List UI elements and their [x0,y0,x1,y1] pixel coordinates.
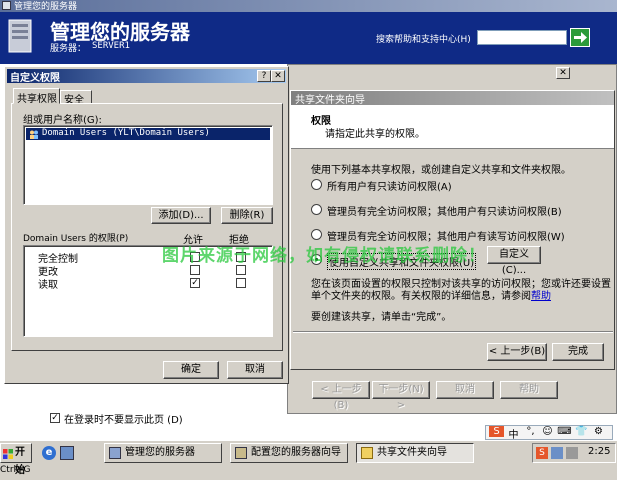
deny-checkbox[interactable] [236,265,246,275]
server-name: SERVER1 [92,41,130,51]
taskbar-item-label: 共享文件夹向导 [377,447,447,458]
wizard-section-subtitle: 请指定此共享的权限。 [325,129,425,140]
window-icon [2,1,11,10]
remove-user-button[interactable]: 删除(R) [221,207,273,224]
option-radio-2[interactable] [311,229,322,240]
config-next-button[interactable]: 下一步(N) > [372,381,430,411]
taskbar-item-config-wizard[interactable]: 配置您的服务器向导 [230,443,348,463]
user-list[interactable]: Domain Users (YLT\Domain Users) [23,125,273,205]
wizard-intro: 使用下列基本共享权限，或创建自定义共享和文件夹权限。 [311,165,571,176]
permissions-header: Domain Users 的权限(P) [23,234,129,244]
ime-item-4[interactable]: ⌨ [557,426,572,437]
ime-item-0[interactable]: S [489,426,504,437]
watermark-text: 图片来源于网络，如有侵权请联系删除！ [162,246,486,266]
ok-button[interactable]: 确定 [163,361,219,379]
config-back-button[interactable]: < 上一步(B) [312,381,370,411]
tab-share-permissions[interactable]: 共享权限 [13,88,60,105]
volume-icon[interactable] [566,447,578,459]
dialog-close-button[interactable]: ✕ [271,70,285,82]
taskbar-item-manage-server[interactable]: 管理您的服务器 [104,443,222,463]
ime-item-6[interactable]: ⚙ [591,426,606,437]
server-icon [6,16,36,56]
wizard-finish-note: 要创建该共享，请单击“完成”。 [311,312,452,323]
ime-s-icon[interactable]: S [536,447,548,459]
wizard-header: 权限 请指定此共享的权限。 [291,105,614,149]
ime-item-5[interactable]: 👕 [574,426,589,437]
wizard-note-text: 您在该页面设置的权限只控制对该共享的访问权限；您或许还要设置单个文件夹的权限。有… [311,279,611,302]
custom-permissions-dialog: 自定义权限 ? ✕ 共享权限 安全 组或用户名称(G): Domain User… [4,66,289,384]
network-icon[interactable] [551,447,563,459]
window-title: 管理您的服务器 [14,2,78,12]
user-group-icon [29,129,39,139]
taskbar-item-label: 配置您的服务器向导 [251,447,341,458]
help-link[interactable]: 帮助 [531,291,551,302]
wizard-divider [293,331,613,333]
desktop-icon[interactable] [60,446,74,460]
custom-permissions-button[interactable]: 自定义(C)... [487,246,541,276]
clock: 2:25 [588,446,611,457]
dont-show-label: 在登录时不要显示此页 (D) [64,415,183,426]
config-cancel-button[interactable]: 取消 [436,381,494,399]
option-label-1: 管理员有完全访问权限；其他用户有只读访问权限(B) [327,207,562,218]
dont-show-checkbox[interactable]: ✓ [50,413,60,423]
system-tray: S 2:25 [532,443,616,463]
wizard-note: 您在该页面设置的权限只控制对该共享的访问权限；您或许还要设置单个文件夹的权限。有… [311,279,611,303]
allow-checkbox[interactable] [190,265,200,275]
server-label: 服务器： [50,44,87,54]
tab-share-permissions-label: 共享权限 [17,94,57,105]
windows-logo-icon [3,448,13,459]
manage-server-banner: 管理您的服务器 服务器： SERVER1 搜索帮助和支持中心(H) [0,12,617,64]
server-icon [109,447,121,459]
wizard-title: 共享文件夹向导 [295,95,365,106]
taskbar-item-share-wizard[interactable]: 共享文件夹向导 [356,443,474,463]
wizard-titlebar: 共享文件夹向导 [291,91,614,106]
taskbar-item-label: 管理您的服务器 [125,447,195,458]
tab-security[interactable]: 安全 [60,90,92,106]
deny-checkbox[interactable] [236,278,246,288]
option-radio-1[interactable] [311,204,322,215]
folder-icon [361,447,373,459]
config-help-button[interactable]: 帮助 [500,381,558,399]
ie-icon[interactable]: e [42,446,56,460]
option-label-0: 所有用户有只读访问权限(A) [327,182,452,193]
dialog-titlebar: 自定义权限 ? ✕ [7,69,286,84]
wizard-finish-button[interactable]: 完成 [552,343,604,361]
manage-server-titlebar: 管理您的服务器 [0,0,617,12]
config-wizard-close-button[interactable]: ✕ [556,67,570,79]
share-folder-wizard: 共享文件夹向导 权限 请指定此共享的权限。 使用下列基本共享权限，或创建自定义共… [290,90,615,370]
search-input[interactable] [477,30,567,45]
wizard-icon [235,447,247,459]
ime-toolbar: S 中 °, ☺ ⌨ 👕 ⚙ [485,425,613,441]
user-name: Domain Users (YLT\Domain Users) [42,128,210,138]
search-label: 搜索帮助和支持中心(H) [376,35,471,45]
ime-item-2[interactable]: °, [523,426,538,437]
wizard-back-button[interactable]: < 上一步(B) [487,343,547,361]
search-go-button[interactable] [570,28,590,47]
allow-checkbox[interactable]: ✓ [190,278,200,288]
status-hint: Ctrl+G [0,465,31,475]
option-radio-0[interactable] [311,179,322,190]
permission-name: 读取 [38,280,58,291]
ime-item-1[interactable]: 中 [506,426,521,441]
dialog-title: 自定义权限 [10,73,60,84]
group-label: 组或用户名称(G): [23,115,102,126]
start-button[interactable]: 开始 [0,443,32,476]
add-user-button[interactable]: 添加(D)... [151,207,211,224]
taskbar: 开始 e 管理您的服务器 配置您的服务器向导 共享文件夹向导 S 中 °, ☺ ⌨ 👕 ⚙ … [0,425,617,476]
cancel-button[interactable]: 取消 [227,361,283,379]
ime-item-3[interactable]: ☺ [540,426,555,437]
list-item[interactable]: Domain Users (YLT\Domain Users) [26,128,270,140]
dialog-help-button[interactable]: ? [257,70,271,82]
arrow-right-icon [574,32,587,43]
